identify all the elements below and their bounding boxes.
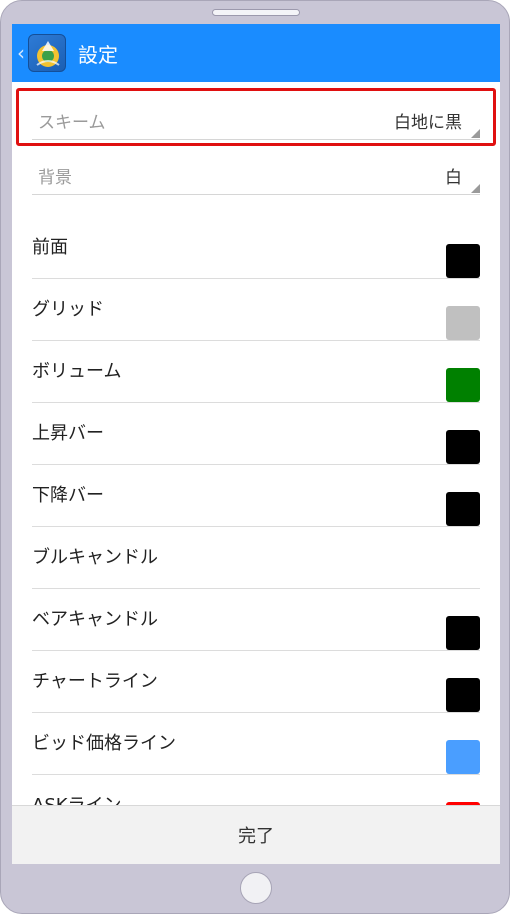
screen: ‹ 設定 スキーム 白地に黒 背景 白 前面 グリッド ボリューム 上昇バー 下… <box>12 24 500 864</box>
list-item[interactable]: ベアキャンドル <box>32 589 480 651</box>
list-item[interactable]: グリッド <box>32 279 480 341</box>
item-label: ボリューム <box>32 361 122 382</box>
scheme-select[interactable]: スキーム 白地に黒 <box>32 100 480 140</box>
item-label: ビッド価格ライン <box>32 733 176 754</box>
color-swatch[interactable] <box>446 306 480 340</box>
done-label: 完了 <box>238 826 274 847</box>
dropdown-triangle-icon <box>471 129 480 138</box>
item-label: チャートライン <box>32 671 158 692</box>
settings-list: スキーム 白地に黒 背景 白 前面 グリッド ボリューム 上昇バー 下降バー ブ… <box>12 82 500 805</box>
item-label: グリッド <box>32 299 104 320</box>
color-swatch[interactable] <box>446 554 480 588</box>
metatrader-logo-icon[interactable] <box>28 34 66 72</box>
item-label: ベアキャンドル <box>32 609 158 630</box>
color-swatch[interactable] <box>446 616 480 650</box>
color-swatch[interactable] <box>446 492 480 526</box>
color-swatch[interactable] <box>446 244 480 278</box>
background-label: 背景 <box>38 168 72 188</box>
home-button[interactable] <box>240 872 272 904</box>
list-item[interactable]: ブルキャンドル <box>32 527 480 589</box>
list-item[interactable]: ビッド価格ライン <box>32 713 480 775</box>
dropdown-triangle-icon <box>471 184 480 193</box>
list-item[interactable]: チャートライン <box>32 651 480 713</box>
chevron-left-icon[interactable]: ‹ <box>17 41 25 65</box>
list-item[interactable]: 下降バー <box>32 465 480 527</box>
background-value: 白 <box>445 168 462 188</box>
list-item[interactable]: 上昇バー <box>32 403 480 465</box>
list-item[interactable]: ASKライン <box>32 775 480 805</box>
list-item[interactable]: ボリューム <box>32 341 480 403</box>
list-item[interactable]: 前面 <box>32 217 480 279</box>
done-button[interactable]: 完了 <box>12 805 500 864</box>
item-label: 前面 <box>32 237 68 258</box>
item-label: ブルキャンドル <box>32 547 158 568</box>
speaker-grille <box>212 9 300 16</box>
page-title: 設定 <box>78 42 118 67</box>
background-select[interactable]: 背景 白 <box>32 155 480 195</box>
color-swatch[interactable] <box>446 430 480 464</box>
item-label: 下降バー <box>32 485 104 506</box>
color-swatch[interactable] <box>446 740 480 774</box>
device-frame: ‹ 設定 スキーム 白地に黒 背景 白 前面 グリッド ボリューム 上昇バー 下… <box>0 0 510 914</box>
scheme-value: 白地に黒 <box>394 113 462 133</box>
color-swatch[interactable] <box>446 368 480 402</box>
scheme-label: スキーム <box>38 113 106 133</box>
color-swatch[interactable] <box>446 678 480 712</box>
app-bar: ‹ 設定 <box>12 24 500 82</box>
item-label: 上昇バー <box>32 423 104 444</box>
item-label: ASKライン <box>32 791 122 805</box>
